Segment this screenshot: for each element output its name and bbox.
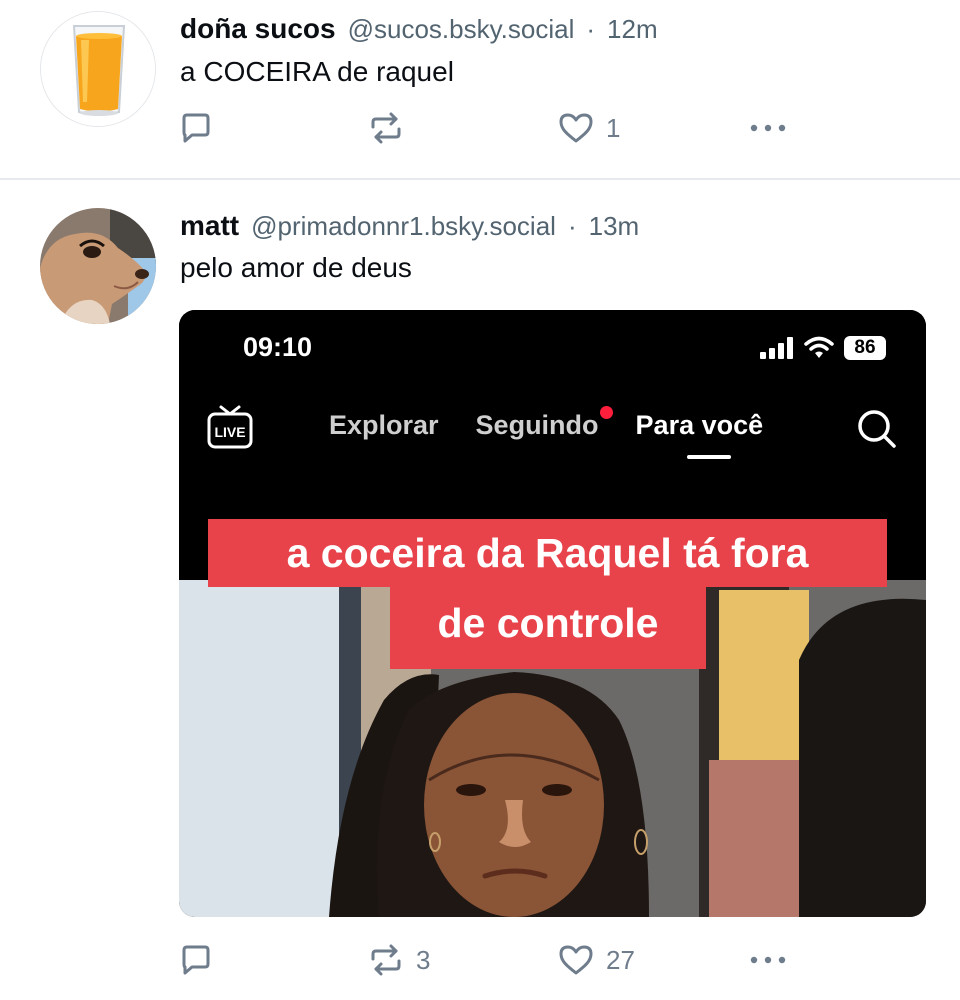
separator: · [586, 14, 596, 44]
author-name[interactable]: matt [180, 210, 239, 242]
post-text: a COCEIRA de raquel [180, 56, 454, 87]
orange-juice-avatar-image [41, 12, 155, 126]
live-icon: LIVE [207, 405, 253, 449]
author-name[interactable]: doña sucos [180, 13, 336, 45]
separator: · [567, 211, 577, 241]
signal-icon [760, 337, 793, 359]
wifi-icon [804, 336, 834, 358]
repost-count: 3 [416, 944, 431, 975]
status-time: 09:10 [243, 332, 313, 362]
live-label: LIVE [214, 424, 245, 440]
repost-icon [371, 944, 401, 976]
post[interactable]: matt @primadonnr1.bsky.social · 13m pelo… [0, 180, 960, 1000]
post-header: doña sucos @sucos.bsky.social · 12m [180, 13, 658, 49]
video-caption-line-1: a coceira da Raquel tá fora [208, 519, 887, 587]
active-tab-indicator [687, 455, 731, 459]
heart-icon [559, 113, 593, 143]
timestamp[interactable]: 12m [607, 14, 658, 45]
tab-explorar: Explorar [329, 410, 439, 440]
post-text: pelo amor de deus [180, 252, 412, 283]
post-actions: 1 [178, 108, 818, 148]
post[interactable]: doña sucos @sucos.bsky.social · 12m a CO… [0, 0, 960, 178]
author-handle[interactable]: @primadonnr1.bsky.social [251, 211, 556, 242]
more-options-button[interactable] [748, 940, 788, 980]
tab-seguindo-label: Seguindo [475, 410, 599, 440]
more-options-button[interactable] [748, 108, 788, 148]
tab-para-voce: Para você [635, 410, 764, 440]
status-icons: 86 [760, 336, 886, 360]
more-icon [750, 124, 786, 132]
avatar[interactable] [40, 208, 156, 324]
avatar[interactable] [40, 11, 156, 127]
dog-avatar-image [40, 208, 156, 324]
video-caption-line-2: de controle [390, 587, 706, 669]
reply-button[interactable] [178, 940, 214, 980]
reply-button[interactable] [178, 108, 214, 148]
reply-icon [182, 113, 210, 143]
search-icon [858, 410, 896, 448]
like-button[interactable]: 1 [558, 108, 620, 148]
more-icon [750, 956, 786, 964]
repost-button[interactable] [368, 108, 404, 148]
post-header: matt @primadonnr1.bsky.social · 13m [180, 210, 639, 246]
tab-seguindo: Seguindo [475, 406, 613, 441]
reply-icon [182, 945, 210, 975]
timestamp[interactable]: 13m [589, 211, 640, 242]
like-count: 1 [606, 112, 621, 143]
like-button[interactable]: 27 [558, 940, 635, 980]
post-actions: 3 27 [178, 940, 818, 980]
notification-dot [599, 406, 613, 419]
repost-button[interactable]: 3 [368, 940, 430, 980]
repost-icon [371, 112, 401, 144]
embedded-tabs: Explorar Seguindo Para você [329, 406, 764, 441]
battery-level: 86 [844, 336, 886, 360]
like-count: 27 [606, 944, 635, 975]
author-handle[interactable]: @sucos.bsky.social [348, 14, 575, 45]
embedded-image[interactable]: 09:10 86 LIVE Explorar Seguindo Para voc… [179, 310, 926, 917]
heart-icon [559, 945, 593, 975]
